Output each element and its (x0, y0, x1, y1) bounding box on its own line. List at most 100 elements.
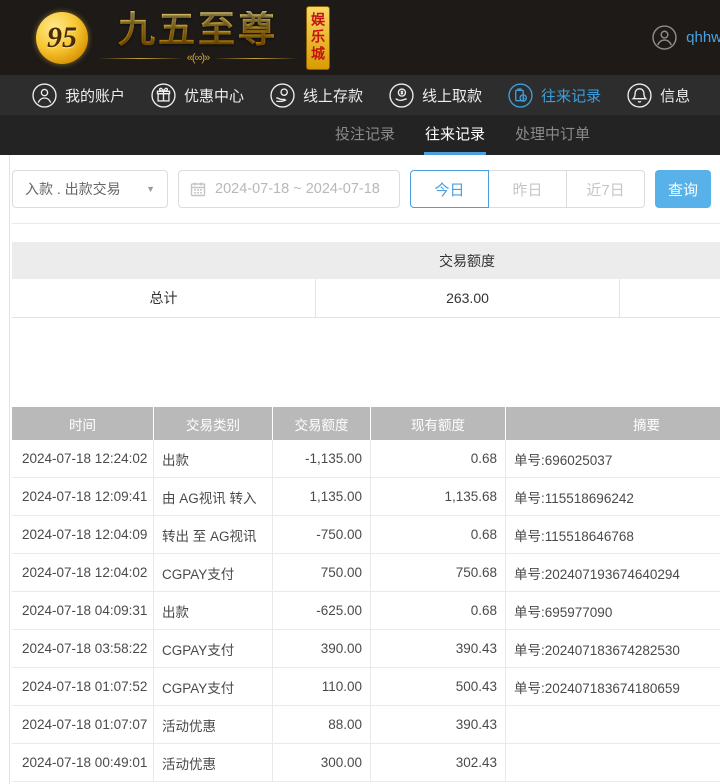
user-account[interactable]: qhhw (652, 25, 720, 50)
summary-total-label: 总计 (12, 288, 315, 308)
table-header-row: 时间 交易类别 交易额度 现有额度 摘要 (12, 407, 720, 440)
nav-item-records[interactable]: 往来记录 (508, 83, 601, 108)
transactions-table: 时间 交易类别 交易额度 现有额度 摘要 2024-07-18 12:24:02… (12, 407, 720, 782)
coin-text: 95 (47, 21, 77, 55)
cell-type: 出款 (153, 440, 272, 477)
nav-item-promotions[interactable]: 优惠中心 (151, 83, 244, 108)
cell-balance: 0.68 (370, 440, 505, 477)
cell-note (505, 744, 720, 781)
cell-type: 出款 (153, 592, 272, 629)
filter-bar: 入款 . 出款交易 ▼ 2024-07-18 ~ 2024-07-18 今日 昨… (0, 155, 720, 208)
username: qhhw (686, 29, 720, 46)
cell-balance: 390.43 (370, 630, 505, 667)
cell-note (505, 706, 720, 743)
flourish-ornament: «(∞)» (98, 52, 298, 64)
nav-label: 信息 (660, 85, 690, 106)
nav-label: 优惠中心 (184, 85, 244, 106)
cell-note: 单号:695977090 (505, 592, 720, 629)
cell-type: CGPAY支付 (153, 554, 272, 591)
yesterday-button[interactable]: 昨日 (488, 170, 567, 208)
tab-betting-records[interactable]: 投注记录 (335, 115, 395, 155)
col-header-amount: 交易额度 (272, 407, 370, 440)
col-header-type: 交易类别 (153, 407, 272, 440)
cell-time: 2024-07-18 03:58:22 (12, 630, 153, 667)
cell-note: 单号:202407183674180659 (505, 668, 720, 705)
cell-time: 2024-07-18 01:07:07 (12, 706, 153, 743)
cell-type: CGPAY支付 (153, 630, 272, 667)
tab-transaction-records[interactable]: 往来记录 (425, 115, 485, 155)
nav-label: 线上取款 (422, 85, 482, 106)
nav-label: 往来记录 (541, 85, 601, 106)
table-row: 2024-07-18 01:07:52 CGPAY支付 110.00 500.4… (12, 668, 720, 706)
date-range-value: 2024-07-18 ~ 2024-07-18 (215, 181, 380, 197)
table-row: 2024-07-18 04:09:31 出款 -625.00 0.68 单号:6… (12, 592, 720, 630)
cell-time: 2024-07-18 01:07:52 (12, 668, 153, 705)
col-header-balance: 现有额度 (370, 407, 505, 440)
cell-balance: 1,135.68 (370, 478, 505, 515)
cell-amount: -1,135.00 (272, 440, 370, 477)
cell-amount: 1,135.00 (272, 478, 370, 515)
nav-item-messages[interactable]: 信息 (627, 83, 690, 108)
cell-type: 活动优惠 (153, 706, 272, 743)
select-value: 入款 . 出款交易 (25, 179, 121, 199)
cell-amount: 110.00 (272, 668, 370, 705)
nav-item-my-account[interactable]: 我的账户 (32, 83, 125, 108)
cell-note: 单号:202407193674640294 (505, 554, 720, 591)
brand-title: 九五至尊 (118, 11, 278, 48)
search-button[interactable]: 查询 (655, 170, 711, 208)
chevron-down-icon: ▼ (146, 184, 155, 194)
deposit-icon (270, 83, 295, 108)
coin-95-icon: 95 (36, 12, 88, 64)
summary-header-row: 交易额度 (12, 242, 720, 279)
cell-time: 2024-07-18 12:09:41 (12, 478, 153, 515)
cell-amount: 300.00 (272, 744, 370, 781)
table-row: 2024-07-18 00:49:01 活动优惠 300.00 302.43 (12, 744, 720, 782)
transaction-type-select[interactable]: 入款 . 出款交易 ▼ (12, 170, 168, 208)
summary-table: 交易额度 总计 263.00 (12, 242, 720, 318)
table-row: 2024-07-18 12:24:02 出款 -1,135.00 0.68 单号… (12, 440, 720, 478)
user-avatar-icon (652, 25, 677, 50)
last7days-button[interactable]: 近7日 (566, 170, 645, 208)
gift-icon (151, 83, 176, 108)
cell-balance: 0.68 (370, 516, 505, 553)
page-body: 入款 . 出款交易 ▼ 2024-07-18 ~ 2024-07-18 今日 昨… (0, 155, 720, 784)
cell-note: 单号:115518696242 (505, 478, 720, 515)
tab-processing-orders[interactable]: 处理中订单 (515, 115, 590, 155)
user-icon (32, 83, 57, 108)
cell-balance: 750.68 (370, 554, 505, 591)
records-icon (508, 83, 533, 108)
cell-time: 2024-07-18 12:24:02 (12, 440, 153, 477)
cell-time: 2024-07-18 04:09:31 (12, 592, 153, 629)
nav-item-deposit[interactable]: 线上存款 (270, 83, 363, 108)
today-button[interactable]: 今日 (410, 170, 489, 208)
record-tabs: 投注记录 往来记录 处理中订单 (0, 115, 720, 155)
cell-amount: 88.00 (272, 706, 370, 743)
divider (12, 223, 720, 224)
table-row: 2024-07-18 12:04:09 转出 至 AG视讯 -750.00 0.… (12, 516, 720, 554)
brand-badge: 娱乐城 (306, 6, 330, 70)
cell-balance: 500.43 (370, 668, 505, 705)
cell-type: 由 AG视讯 转入 (153, 478, 272, 515)
cell-type: 转出 至 AG视讯 (153, 516, 272, 553)
col-header-time: 时间 (12, 407, 153, 440)
cell-time: 2024-07-18 00:49:01 (12, 744, 153, 781)
table-row: 2024-07-18 01:07:07 活动优惠 88.00 390.43 (12, 706, 720, 744)
col-header-note: 摘要 (505, 407, 720, 440)
summary-amount-header: 交易额度 (315, 251, 619, 271)
cell-type: 活动优惠 (153, 744, 272, 781)
calendar-icon (190, 181, 206, 197)
brand-logo[interactable]: 95 九五至尊 «(∞)» 娱乐城 (36, 6, 330, 70)
cell-time: 2024-07-18 12:04:02 (12, 554, 153, 591)
cell-time: 2024-07-18 12:04:09 (12, 516, 153, 553)
nav-item-withdraw[interactable]: 线上取款 (389, 83, 482, 108)
main-nav: 我的账户 优惠中心 线上存款 线上取款 往来记录 (0, 75, 720, 115)
cell-amount: 750.00 (272, 554, 370, 591)
cell-amount: 390.00 (272, 630, 370, 667)
nav-label: 线上存款 (303, 85, 363, 106)
quick-date-group: 今日 昨日 近7日 (410, 170, 645, 208)
summary-total-row: 总计 263.00 (12, 279, 720, 318)
table-row: 2024-07-18 12:04:02 CGPAY支付 750.00 750.6… (12, 554, 720, 592)
table-row: 2024-07-18 12:09:41 由 AG视讯 转入 1,135.00 1… (12, 478, 720, 516)
date-range-input[interactable]: 2024-07-18 ~ 2024-07-18 (178, 170, 400, 208)
withdraw-icon (389, 83, 414, 108)
